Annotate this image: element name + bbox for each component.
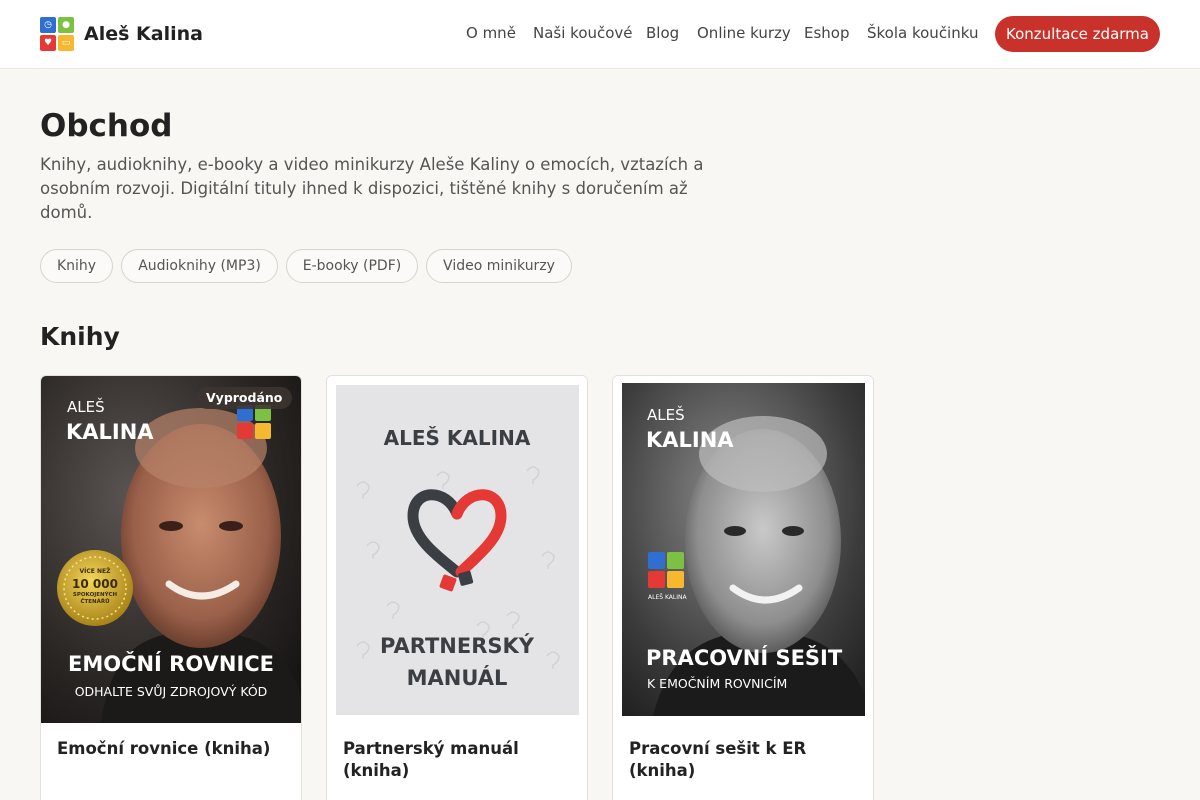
cover-headline-2: MANUÁL (406, 666, 508, 690)
nav-item-online-kurzy[interactable]: Online kurzy (697, 24, 791, 42)
filter-chip-ebooky[interactable]: E-booky (PDF) (286, 249, 418, 283)
nav-item-o-mne[interactable]: O mně (466, 24, 516, 42)
brand-link[interactable]: ◷ ● ♥ ▭ Aleš Kalina (40, 17, 203, 51)
sold-out-badge: Vyprodáno (196, 387, 293, 409)
product-card-partnersky-manual[interactable]: ALEŠ KALINA PARTNERSKÝ MANUÁL Partnerský… (326, 375, 588, 800)
filter-chip-video-minikurzy[interactable]: Video minikurzy (426, 249, 572, 283)
page-title: Obchod (40, 108, 173, 144)
cover-author: ALEŠ KALINA (383, 426, 531, 450)
book-cover-emocni-rovnice[interactable]: ALEŠ KALINA VÍCE NEŽ 10 000 SPOKOJENÝCH … (41, 376, 301, 723)
nav-item-nasi-koucove[interactable]: Naši koučové (533, 24, 633, 42)
book-cover-pracovni-sesit[interactable]: ALEŠ KALINA ALEŠ KALINA PRACOVNÍ SEŠIT K… (613, 376, 873, 723)
cover-author-first: ALEŠ (67, 398, 105, 416)
brand-logo-icon: ◷ ● ♥ ▭ (40, 17, 74, 51)
filter-chip-knihy[interactable]: Knihy (40, 249, 113, 283)
cover-seal-number: 10 000 (72, 577, 118, 591)
cover-seal-line3: SPOKOJENÝCH (72, 592, 118, 598)
nav-item-skola-koucinku[interactable]: Škola koučinku (867, 24, 978, 42)
filter-chip-audioknihy[interactable]: Audioknihy (MP3) (121, 249, 278, 283)
product-card-emocni-rovnice[interactable]: ALEŠ KALINA VÍCE NEŽ 10 000 SPOKOJENÝCH … (40, 375, 302, 800)
nav-item-eshop[interactable]: Eshop (804, 24, 850, 42)
cover-seal-line4: ČTENÁŘŮ (80, 599, 110, 605)
cover-logo-caption: ALEŠ KALINA (648, 594, 687, 601)
site-header: ◷ ● ♥ ▭ Aleš Kalina O mně Naši koučové B… (0, 0, 1200, 69)
cover-headline: PRACOVNÍ SEŠIT (646, 646, 843, 670)
book-cover-partnersky-manual[interactable]: ALEŠ KALINA PARTNERSKÝ MANUÁL (327, 376, 587, 723)
product-title[interactable]: Pracovní sešit k ER (kniha) (629, 738, 861, 782)
cover-seal-line1: VÍCE NEŽ (79, 568, 111, 575)
page-description: Knihy, audioknihy, e-booky a video minik… (40, 155, 704, 222)
cover-headline-1: PARTNERSKÝ (380, 634, 534, 658)
product-title[interactable]: Emoční rovnice (kniha) (57, 738, 289, 760)
product-card-pracovni-sesit[interactable]: ALEŠ KALINA ALEŠ KALINA PRACOVNÍ SEŠIT K… (612, 375, 874, 800)
brand-name: Aleš Kalina (84, 23, 203, 45)
nav-item-blog[interactable]: Blog (646, 24, 679, 42)
free-consultation-button[interactable]: Konzultace zdarma (995, 16, 1160, 52)
product-title[interactable]: Partnerský manuál (kniha) (343, 738, 575, 782)
section-title-knihy: Knihy (40, 322, 120, 351)
cover-author-first: ALEŠ (647, 406, 685, 424)
cover-subline: K EMOČNÍM ROVNICÍM (647, 676, 788, 691)
cover-author-last: KALINA (66, 420, 154, 444)
cover-author-last: KALINA (646, 428, 734, 452)
cover-headline: EMOČNÍ ROVNICE (67, 652, 275, 676)
cover-subline: ODHALTE SVŮJ ZDROJOVÝ KÓD (74, 684, 268, 699)
